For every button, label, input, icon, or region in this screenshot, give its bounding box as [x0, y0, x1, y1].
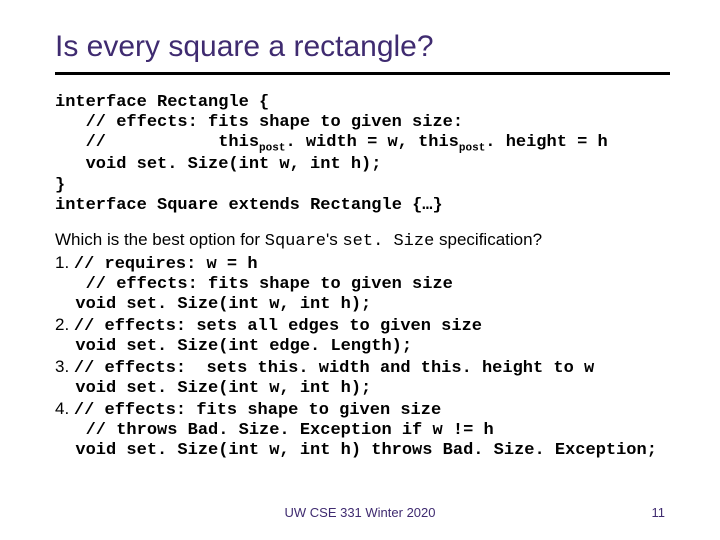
- code-line: // effects: fits shape to given size:: [55, 113, 463, 132]
- type-square: Square: [157, 196, 218, 215]
- option-line: // effects: sets all edges to given size: [74, 317, 482, 336]
- title-rule: [55, 72, 670, 75]
- option-line: void set. Size(int w, int h);: [55, 295, 371, 314]
- type-rectangle: Rectangle: [157, 93, 249, 112]
- code-block: interface Rectangle { // effects: fits s…: [55, 93, 670, 216]
- kw-extends: extends: [218, 196, 310, 215]
- code-line: void set. Size(int w, int h);: [55, 155, 381, 174]
- options-block: 1. // requires: w = h // effects: fits s…: [55, 253, 670, 461]
- question-part: 's: [326, 230, 342, 249]
- option-line: // effects: fits shape to given size: [74, 401, 441, 420]
- question-code: set. Size: [342, 232, 434, 251]
- option-number: 1.: [55, 253, 74, 272]
- question-part: Which is the best option for: [55, 230, 265, 249]
- option-line: void set. Size(int w, int h) throws Bad.…: [55, 441, 657, 460]
- code-line: }: [55, 176, 65, 195]
- subscript-post: post: [459, 142, 485, 154]
- subscript-post: post: [259, 142, 285, 154]
- brace: {: [249, 93, 269, 112]
- slide-body: Is every square a rectangle? interface R…: [0, 0, 720, 461]
- code-line: // this: [55, 133, 259, 152]
- question-part: specification?: [434, 230, 542, 249]
- option-line: // effects: fits shape to given size: [55, 275, 453, 294]
- option-number: 2.: [55, 315, 74, 334]
- option-line: void set. Size(int edge. Length);: [55, 337, 412, 356]
- question-code: Square: [265, 232, 326, 251]
- kw-interface: interface: [55, 93, 157, 112]
- kw-interface: interface: [55, 196, 157, 215]
- code-line: . height = h: [485, 133, 607, 152]
- option-line: // throws Bad. Size. Exception if w != h: [55, 421, 494, 440]
- page-number: 11: [652, 505, 666, 520]
- option-line: // effects: sets this. width and this. h…: [74, 359, 594, 378]
- code-line: {…}: [402, 196, 443, 215]
- slide-title: Is every square a rectangle?: [55, 30, 670, 64]
- type-rectangle: Rectangle: [310, 196, 402, 215]
- option-number: 4.: [55, 399, 74, 418]
- option-number: 3.: [55, 357, 74, 376]
- option-line: // requires: w = h: [74, 255, 258, 274]
- question-text: Which is the best option for Square's se…: [55, 230, 670, 251]
- code-line: . width = w, this: [285, 133, 458, 152]
- option-line: void set. Size(int w, int h);: [55, 379, 371, 398]
- footer-text: UW CSE 331 Winter 2020: [0, 505, 720, 520]
